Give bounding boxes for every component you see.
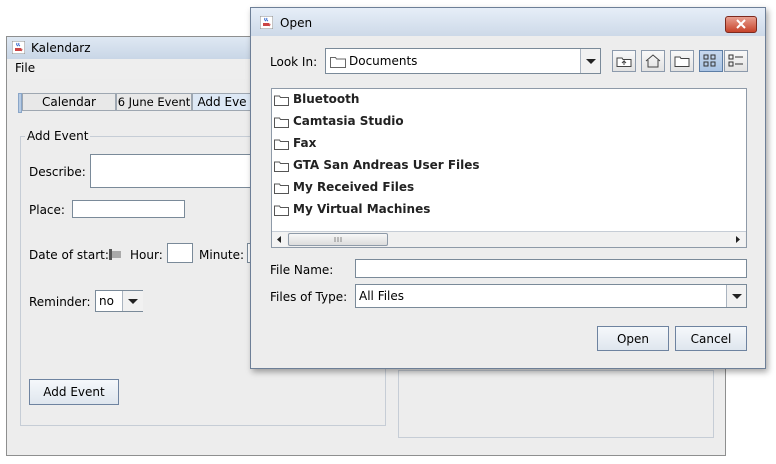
look-in-label-text: Look In: <box>270 55 318 69</box>
describe-label: Describe: <box>29 165 86 179</box>
file-name: Bluetooth <box>293 92 360 106</box>
home-icon <box>645 54 661 68</box>
chevron-down-icon <box>128 299 138 304</box>
file-name-input[interactable] <box>355 259 747 278</box>
reminder-value: no <box>99 294 114 308</box>
chevron-down-icon <box>732 294 742 299</box>
add-event-group-title: Add Event <box>25 129 91 143</box>
open-dialog-title: Open <box>280 16 313 30</box>
folder-icon <box>330 57 346 68</box>
list-view-button[interactable] <box>699 50 723 72</box>
folder-icon <box>274 139 289 150</box>
home-button[interactable] <box>641 50 665 72</box>
folder-icon <box>274 183 289 194</box>
new-folder-icon <box>674 56 690 67</box>
look-in-select[interactable]: Documents <box>325 48 601 74</box>
kalendarz-title: Kalendarz <box>31 41 91 55</box>
folder-icon <box>274 95 289 106</box>
hour-input[interactable] <box>167 243 193 263</box>
look-in-arrow[interactable] <box>580 49 600 73</box>
calendar-picker-icon[interactable] <box>109 249 121 260</box>
open-dialog: Open Look In: Documents Bluetooth Camtas… <box>250 7 766 369</box>
right-panel <box>398 370 714 438</box>
grip-icon <box>334 237 342 242</box>
file-name: Fax <box>293 136 317 150</box>
open-button[interactable]: Open <box>597 326 669 351</box>
close-button[interactable] <box>725 16 757 33</box>
file-name: Camtasia Studio <box>293 114 404 128</box>
folder-icon <box>274 117 289 128</box>
folder-icon <box>274 205 289 216</box>
date-of-start-label: Date of start: <box>29 248 109 262</box>
scroll-right-button[interactable] <box>730 232 745 247</box>
up-folder-button[interactable] <box>612 50 636 72</box>
chevron-down-icon <box>586 59 596 64</box>
close-icon <box>736 19 746 29</box>
hour-label: Hour: <box>130 248 163 262</box>
java-cup-icon <box>12 41 25 54</box>
files-of-type-label: Files of Type: <box>270 290 348 304</box>
list-view-icon <box>703 54 716 67</box>
file-name: My Virtual Machines <box>293 202 431 216</box>
files-of-type-value: All Files <box>359 289 405 303</box>
files-of-type-select[interactable]: All Files <box>355 284 747 308</box>
up-folder-icon <box>616 57 632 67</box>
details-view-button[interactable] <box>724 50 748 72</box>
horizontal-scrollbar[interactable] <box>272 231 746 247</box>
cancel-button[interactable]: Cancel <box>675 326 747 351</box>
add-event-button[interactable]: Add Event <box>29 379 119 405</box>
java-cup-icon <box>260 16 273 29</box>
look-in-label: Look In: <box>270 55 317 69</box>
reminder-label: Reminder: <box>29 295 91 309</box>
tab-6-june-event[interactable]: 6 June Event <box>116 93 192 111</box>
tab-calendar[interactable]: Calendar <box>22 93 116 111</box>
describe-input[interactable] <box>90 154 252 188</box>
tab-add-event[interactable]: Add Eve <box>192 93 252 111</box>
look-in-value: Documents <box>349 54 418 68</box>
arrow-right-icon <box>736 236 740 243</box>
place-label: Place: <box>29 203 65 217</box>
file-list[interactable]: Bluetooth Camtasia Studio Fax GTA San An… <box>271 88 747 248</box>
details-view-icon <box>728 54 743 67</box>
files-of-type-arrow[interactable] <box>726 285 746 307</box>
reminder-arrow[interactable] <box>122 291 143 311</box>
place-input[interactable] <box>72 200 185 218</box>
scroll-left-button[interactable] <box>272 232 287 247</box>
new-folder-button[interactable] <box>670 50 694 72</box>
file-name-label: File Name: <box>270 263 334 277</box>
file-name: My Received Files <box>293 180 415 194</box>
minute-label: Minute: <box>199 248 245 262</box>
folder-icon <box>274 161 289 172</box>
open-dialog-titlebar[interactable]: Open <box>251 8 765 36</box>
arrow-left-icon <box>277 236 281 243</box>
menu-file[interactable]: File <box>15 61 35 75</box>
file-name: GTA San Andreas User Files <box>293 158 480 172</box>
reminder-select[interactable]: no <box>95 290 143 312</box>
scroll-thumb[interactable] <box>288 233 388 246</box>
